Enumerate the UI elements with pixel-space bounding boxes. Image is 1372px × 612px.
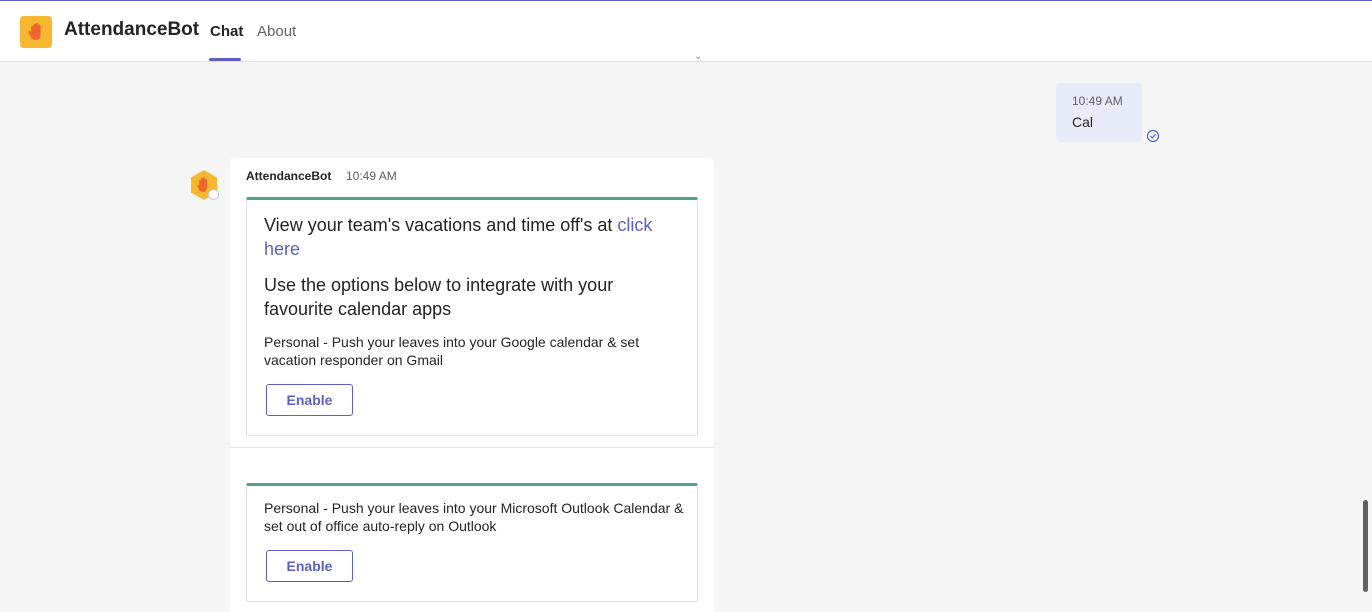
my-message-text: Cal	[1072, 114, 1094, 130]
team-vacations-text: View your team's vacations and time off'…	[264, 213, 684, 261]
app-icon	[20, 16, 52, 48]
google-calendar-description: Personal - Push your leaves into your Go…	[264, 334, 640, 368]
click-here-link-continued[interactable]: here	[264, 239, 300, 259]
app-title: AttendanceBot	[64, 19, 200, 40]
outlook-calendar-description: Personal - Push your leaves into your Mi…	[264, 500, 684, 534]
team-vacations-label: View your team's vacations and time off'…	[264, 215, 618, 235]
enable-outlook-button[interactable]: Enable	[266, 550, 353, 582]
click-here-link[interactable]: click	[617, 215, 652, 235]
app-header: AttendanceBot Chat About	[0, 1, 1372, 62]
tab-about[interactable]: About	[257, 23, 296, 40]
previous-message-card	[230, 63, 714, 143]
presence-status-dot	[208, 189, 219, 200]
integrate-options-text: Use the options below to integrate with …	[264, 275, 614, 319]
my-message-bubble[interactable]: 10:49 AM Cal	[1056, 83, 1142, 142]
tab-chat[interactable]: Chat	[210, 23, 243, 40]
enable-google-button[interactable]: Enable	[266, 384, 353, 416]
message-sender: AttendanceBot	[246, 169, 332, 183]
message-time: 10:49 AM	[346, 169, 397, 183]
my-message-time: 10:49 AM	[1072, 94, 1123, 108]
raised-hand-icon	[28, 23, 41, 40]
active-tab-indicator	[209, 58, 241, 61]
scrollbar-thumb[interactable]	[1363, 500, 1368, 592]
read-receipt-icon	[1146, 129, 1160, 143]
chevron-down-icon[interactable]: ⌄	[694, 51, 702, 62]
